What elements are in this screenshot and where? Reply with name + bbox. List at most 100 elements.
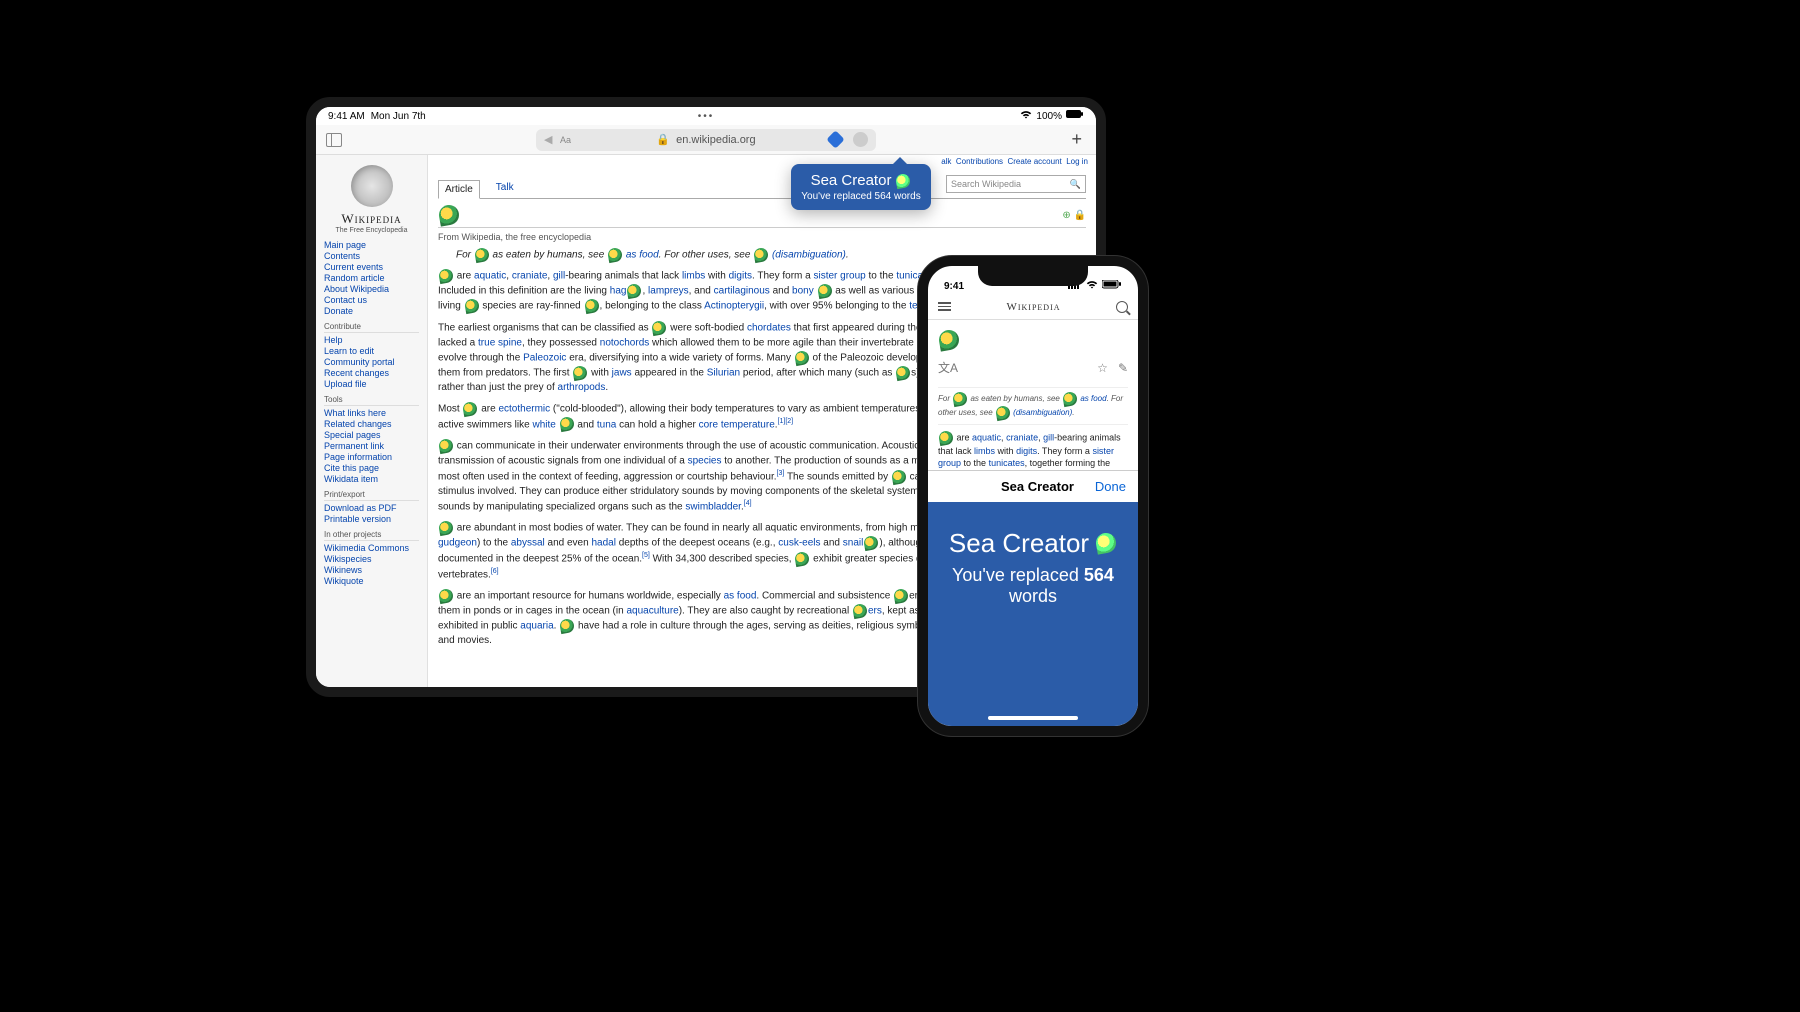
- star-icon[interactable]: ☆: [1097, 361, 1108, 375]
- side-h-tools: Tools: [324, 395, 419, 406]
- extension-menu-icon[interactable]: [853, 132, 868, 147]
- wifi-icon: [1020, 110, 1032, 122]
- iphone-para-1: are aquatic, craniate, gill-bearing anim…: [938, 431, 1128, 470]
- side-main-2[interactable]: Current events: [324, 262, 419, 272]
- side-c-4[interactable]: Upload file: [324, 379, 419, 389]
- side-main-3[interactable]: Random article: [324, 273, 419, 283]
- hatnote: For as eaten by humans, see as food. For…: [938, 387, 1128, 425]
- fish-icon: [1095, 532, 1118, 555]
- top-link-3[interactable]: Log in: [1066, 157, 1088, 166]
- reader-icon[interactable]: Aa: [560, 135, 571, 145]
- fish-icon: [937, 328, 960, 351]
- search-icon[interactable]: 🔍: [1070, 179, 1081, 190]
- fish-icon: [891, 468, 907, 484]
- wiki-search-box[interactable]: Search Wikipedia 🔍: [946, 175, 1086, 193]
- ref-4[interactable]: [4]: [744, 500, 752, 507]
- sidebar-toggle-icon[interactable]: [326, 133, 342, 147]
- fish-icon: [438, 588, 454, 604]
- extension-popover: Sea Creator You've replaced 564 words: [791, 164, 931, 210]
- fish-icon: [938, 430, 954, 446]
- side-c-1[interactable]: Learn to edit: [324, 346, 419, 356]
- side-h-print: Print/export: [324, 490, 419, 501]
- side-t-5[interactable]: Cite this page: [324, 463, 419, 473]
- page-controls: ⊕ 🔒: [1062, 210, 1086, 221]
- fish-icon: [626, 283, 642, 299]
- side-c-2[interactable]: Community portal: [324, 357, 419, 367]
- side-c-0[interactable]: Help: [324, 335, 419, 345]
- fish-icon: [995, 405, 1011, 421]
- top-link-0[interactable]: alk: [941, 157, 951, 166]
- edit-icon[interactable]: ✎: [1118, 361, 1128, 375]
- ref-5[interactable]: [5]: [642, 552, 650, 559]
- side-main-6[interactable]: Donate: [324, 306, 419, 316]
- side-t-1[interactable]: Related changes: [324, 419, 419, 429]
- language-icon[interactable]: 文A: [938, 360, 958, 377]
- iphone-article: 文A ☆ ✎ For as eaten by humans, see as fo…: [928, 320, 1138, 470]
- ref-1[interactable]: [1][2]: [778, 418, 794, 425]
- fish-icon: [895, 365, 911, 381]
- side-t-3[interactable]: Permanent link: [324, 441, 419, 451]
- side-t-6[interactable]: Wikidata item: [324, 474, 419, 484]
- side-p-1[interactable]: Printable version: [324, 514, 419, 524]
- side-main-4[interactable]: About Wikipedia: [324, 284, 419, 294]
- side-t-2[interactable]: Special pages: [324, 430, 419, 440]
- status-time: 9:41: [944, 281, 964, 292]
- side-o-2[interactable]: Wikinews: [324, 565, 419, 575]
- url-text: en.wikipedia.org: [676, 134, 756, 146]
- account-links: alk Contributions Create account Log in: [941, 157, 1088, 166]
- side-main-1[interactable]: Contents: [324, 251, 419, 261]
- top-link-2[interactable]: Create account: [1007, 157, 1061, 166]
- notch: [978, 266, 1088, 286]
- side-main-5[interactable]: Contact us: [324, 295, 419, 305]
- battery-icon: [1102, 280, 1122, 289]
- fish-icon: [816, 283, 832, 299]
- sheet-message: You've replaced 564 words: [940, 565, 1126, 607]
- side-h-other: In other projects: [324, 530, 419, 541]
- fish-icon: [753, 247, 769, 263]
- status-time: 9:41 AM: [328, 111, 365, 122]
- tab-article[interactable]: Article: [438, 180, 480, 199]
- side-o-1[interactable]: Wikispecies: [324, 554, 419, 564]
- wiki-tagline: The Free Encyclopedia: [324, 227, 419, 234]
- side-o-0[interactable]: Wikimedia Commons: [324, 543, 419, 553]
- coords-icon[interactable]: ⊕: [1062, 210, 1070, 221]
- home-indicator[interactable]: [988, 716, 1078, 720]
- side-main-0[interactable]: Main page: [324, 240, 419, 250]
- side-p-0[interactable]: Download as PDF: [324, 503, 419, 513]
- side-t-0[interactable]: What links here: [324, 408, 419, 418]
- fish-icon: [607, 247, 623, 263]
- multitask-handle[interactable]: •••: [698, 111, 715, 122]
- fish-icon: [438, 520, 454, 536]
- battery-icon: [1066, 110, 1084, 122]
- wifi-icon: [1085, 280, 1099, 289]
- new-tab-button[interactable]: +: [1071, 129, 1082, 150]
- done-button[interactable]: Done: [1095, 479, 1126, 494]
- popover-title: Sea Creator: [801, 172, 921, 189]
- nav-back-icon[interactable]: ◀: [544, 133, 552, 146]
- search-placeholder: Search Wikipedia: [951, 179, 1021, 189]
- fish-icon: [438, 437, 454, 453]
- side-h-contribute: Contribute: [324, 322, 419, 333]
- side-c-3[interactable]: Recent changes: [324, 368, 419, 378]
- ipad-status-bar: 9:41 AM Mon Jun 7th ••• 100%: [316, 107, 1096, 125]
- search-icon[interactable]: [1116, 301, 1128, 313]
- fish-icon: [437, 203, 460, 226]
- ref-6[interactable]: [6]: [491, 568, 499, 575]
- address-bar[interactable]: ◀ Aa 🔒 en.wikipedia.org: [536, 129, 876, 151]
- globe-icon: [351, 165, 393, 207]
- extension-active-icon[interactable]: [826, 130, 844, 148]
- fish-icon: [1062, 391, 1078, 407]
- side-t-4[interactable]: Page information: [324, 452, 419, 462]
- sheet-body: Sea Creator You've replaced 564 words: [928, 502, 1138, 732]
- sheet-heading: Sea Creator: [940, 528, 1126, 559]
- side-o-3[interactable]: Wikiquote: [324, 576, 419, 586]
- fish-icon: [559, 416, 575, 432]
- wiki-logo[interactable]: Wikipedia The Free Encyclopedia: [324, 165, 419, 234]
- popover-subtitle: You've replaced 564 words: [801, 191, 921, 202]
- status-date: Mon Jun 7th: [371, 111, 426, 122]
- tab-talk[interactable]: Talk: [490, 179, 520, 198]
- fish-icon: [794, 551, 810, 567]
- fish-icon: [462, 401, 478, 417]
- menu-icon[interactable]: [938, 302, 951, 311]
- top-link-1[interactable]: Contributions: [956, 157, 1003, 166]
